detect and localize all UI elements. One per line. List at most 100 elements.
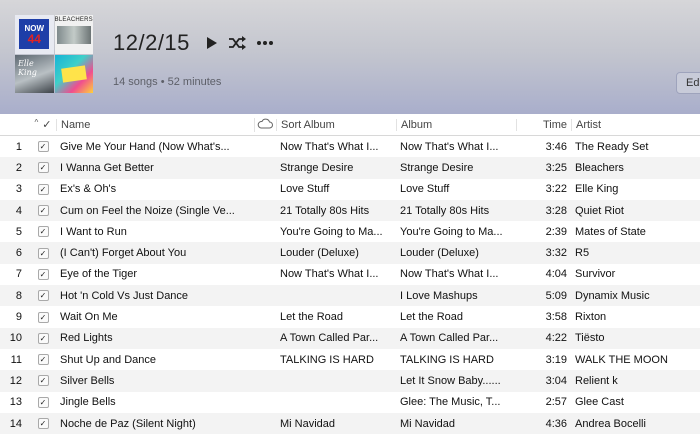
track-time: 3:19 — [545, 353, 567, 366]
checkbox-icon[interactable]: ✓ — [37, 311, 49, 323]
track-album: Strange Desire — [400, 161, 474, 174]
checkbox-icon[interactable]: ✓ — [37, 183, 49, 195]
column-header-check[interactable]: ^ ✓ — [26, 118, 56, 131]
track-sort-album: Now That's What I... — [280, 268, 379, 281]
track-album: Glee: The Music, T... — [400, 396, 501, 409]
checkbox-icon[interactable]: ✓ — [37, 290, 49, 302]
shuffle-icon[interactable] — [228, 36, 246, 50]
table-row[interactable]: 5 ✓ I Want to Run You're Going to Ma... You'… — [0, 221, 700, 243]
track-name: Silver Bells — [60, 374, 115, 387]
edit-button[interactable]: Ed — [676, 72, 700, 94]
column-header-artist[interactable]: Artist — [571, 118, 700, 131]
column-header-album[interactable]: Album — [396, 118, 516, 131]
track-sort-album: Mi Navidad — [280, 417, 336, 430]
track-album: Let It Snow Baby...... — [400, 374, 501, 387]
table-row[interactable]: 13 ✓ Jingle Bells Glee: The Music, T... 2:57… — [0, 391, 700, 413]
checkbox-icon[interactable]: ✓ — [37, 418, 49, 429]
track-number: 13 — [9, 396, 22, 409]
column-header-time[interactable]: Time — [516, 118, 571, 131]
table-row[interactable]: 1 ✓ Give Me Your Hand (Now What's... Now Th… — [0, 136, 700, 158]
track-time: 5:09 — [545, 289, 567, 302]
table-row[interactable]: 4 ✓ Cum on Feel the Noize (Single Ve... 21 … — [0, 199, 700, 222]
track-time: 4:04 — [545, 268, 567, 281]
track-album: Now That's What I... — [400, 268, 499, 281]
track-sort-album: A Town Called Par... — [280, 332, 379, 345]
track-album: TALKING IS HARD — [400, 353, 494, 366]
track-time: 3:46 — [545, 140, 567, 153]
checkbox-icon[interactable]: ✓ — [37, 247, 49, 259]
track-artist: Survivor — [575, 268, 616, 281]
track-artist: Bleachers — [575, 161, 624, 174]
more-icon[interactable] — [256, 40, 274, 46]
track-sort-album: Let the Road — [280, 311, 343, 324]
checkbox-icon[interactable]: ✓ — [37, 268, 49, 280]
track-sort-album: Strange Desire — [280, 161, 354, 174]
table-row[interactable]: 11 ✓ Shut Up and Dance TALKING IS HARD TALKI… — [0, 348, 700, 371]
checkbox-icon[interactable]: ✓ — [37, 205, 49, 217]
track-name: Eye of the Tiger — [60, 268, 138, 281]
track-time: 2:57 — [545, 396, 567, 409]
track-name: (I Can't) Forget About You — [60, 247, 187, 260]
track-name: I Wanna Get Better — [60, 161, 154, 174]
table-row[interactable]: 2 ✓ I Wanna Get Better Strange Desire Strang… — [0, 157, 700, 179]
table-row[interactable]: 3 ✓ Ex's & Oh's Love Stuff Love Stuff 3:22 Ell… — [0, 178, 700, 200]
track-album: I Love Mashups — [400, 289, 478, 302]
checkbox-icon[interactable]: ✓ — [37, 332, 49, 344]
track-artist: Andrea Bocelli — [575, 417, 646, 430]
track-time: 3:28 — [545, 204, 567, 217]
track-sort-album: 21 Totally 80s Hits — [280, 204, 370, 217]
table-row[interactable]: 14 ✓ Noche de Paz (Silent Night) Mi Navidad… — [0, 412, 700, 435]
table-row[interactable]: 8 ✓ Hot 'n Cold Vs Just Dance I Love Mashup… — [0, 285, 700, 307]
track-name: I Want to Run — [60, 225, 127, 238]
track-name: Jingle Bells — [60, 396, 116, 409]
track-artist: Tiësto — [575, 332, 605, 345]
track-artist: WALK THE MOON — [575, 353, 668, 366]
track-number: 11 — [10, 353, 22, 366]
track-number: 2 — [15, 161, 22, 174]
checkbox-icon[interactable]: ✓ — [37, 396, 49, 408]
track-time: 4:36 — [545, 417, 567, 430]
art-bleachers-label: BLEACHERS — [54, 17, 93, 23]
track-artist: Dynamix Music — [575, 289, 650, 302]
track-artist: Glee Cast — [575, 396, 624, 409]
title-row: 12/2/15 — [113, 30, 274, 56]
column-header-sort-album[interactable]: Sort Album — [276, 118, 396, 131]
art-now-number: 44 — [27, 31, 41, 46]
album-art-elle-king: Elle King — [15, 54, 54, 93]
track-number: 10 — [9, 332, 22, 345]
column-header-name[interactable]: Name — [56, 118, 254, 131]
table-row[interactable]: 10 ✓ Red Lights A Town Called Par... A Town … — [0, 327, 700, 349]
track-album: 21 Totally 80s Hits — [400, 204, 490, 217]
checkbox-icon[interactable]: ✓ — [37, 375, 49, 387]
play-icon[interactable] — [206, 36, 218, 50]
playlist-summary: 14 songs • 52 minutes — [113, 76, 222, 88]
checkbox-icon[interactable]: ✓ — [37, 354, 49, 366]
track-time: 2:39 — [545, 225, 567, 238]
track-sort-album: Now That's What I... — [280, 140, 379, 153]
playlist-header: NOW 44 BLEACHERS Elle King 12/2/15 14 so… — [0, 0, 700, 114]
track-album: You're Going to Ma... — [400, 225, 503, 238]
checkbox-icon[interactable]: ✓ — [37, 162, 49, 174]
table-row[interactable]: 7 ✓ Eye of the Tiger Now That's What I... No… — [0, 263, 700, 286]
track-album: Mi Navidad — [400, 417, 456, 430]
checkbox-icon[interactable]: ✓ — [37, 226, 49, 238]
track-artist: Rixton — [575, 311, 607, 324]
table-row[interactable]: 9 ✓ Wait On Me Let the Road Let the Road 3:58… — [0, 306, 700, 328]
track-sort-album: TALKING IS HARD — [280, 353, 374, 366]
track-name: Red Lights — [60, 332, 113, 345]
track-artist: The Ready Set — [575, 140, 649, 153]
column-header-cloud[interactable] — [254, 117, 276, 132]
song-table: ^ ✓ Name Sort Album Album Time Artist 1 ✓… — [0, 114, 700, 435]
table-row[interactable]: 6 ✓ (I Can't) Forget About You Louder (Delu… — [0, 242, 700, 264]
check-column-label: ✓ — [42, 119, 52, 131]
checkbox-icon[interactable]: ✓ — [37, 141, 49, 153]
track-number: 14 — [9, 417, 22, 430]
song-rows: 1 ✓ Give Me Your Hand (Now What's... Now Th… — [0, 136, 700, 435]
track-album: Love Stuff — [400, 183, 450, 196]
track-number: 5 — [15, 225, 22, 238]
track-number: 4 — [15, 204, 22, 217]
track-name: Shut Up and Dance — [60, 353, 157, 366]
table-row[interactable]: 12 ✓ Silver Bells Let It Snow Baby...... 3:0… — [0, 370, 700, 392]
table-header: ^ ✓ Name Sort Album Album Time Artist — [0, 114, 700, 136]
track-name: Give Me Your Hand (Now What's... — [60, 140, 230, 153]
